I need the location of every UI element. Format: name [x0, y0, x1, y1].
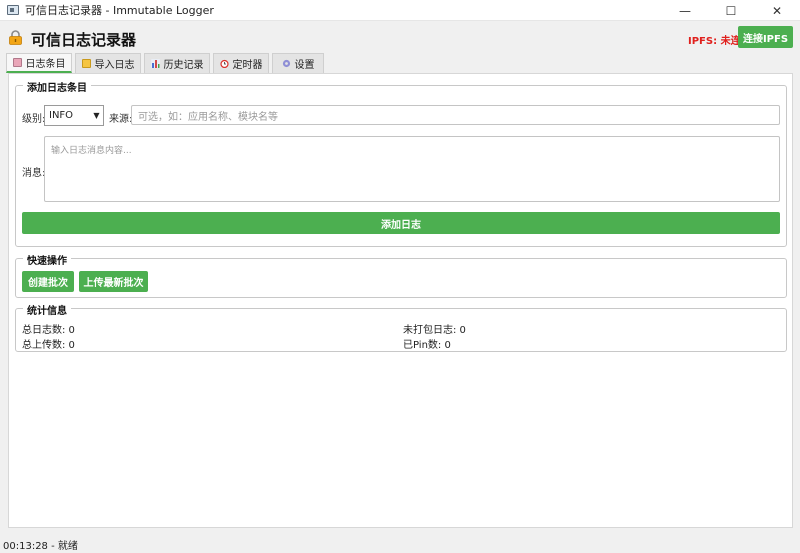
create-batch-button[interactable]: 创建批次	[22, 271, 74, 292]
quick-actions-group-title: 快速操作	[23, 252, 71, 267]
add-entry-group: 添加日志条目 级别: INFO ▼ 来源: 可选，如：应用名称、模块名等 消息:…	[15, 79, 787, 247]
maximize-button[interactable]: ☐	[708, 0, 754, 21]
minimize-button[interactable]: —	[662, 0, 708, 21]
tab-label: 历史记录	[163, 60, 204, 71]
message-textarea[interactable]: 输入日志消息内容...	[44, 136, 780, 202]
add-entry-group-title: 添加日志条目	[23, 79, 91, 94]
level-select-value: INFO	[49, 110, 74, 121]
tab-timer[interactable]: 定时器	[213, 53, 269, 73]
folder-icon	[81, 59, 91, 68]
message-textarea-placeholder: 输入日志消息内容...	[51, 146, 132, 156]
alarm-clock-icon	[219, 59, 229, 68]
message-label: 消息:	[22, 168, 46, 179]
window-titlebar: 可信日志记录器 - Immutable Logger — ☐ ✕	[0, 0, 800, 21]
pinned-stat: 已Pin数: 0	[403, 340, 451, 351]
tab-history[interactable]: 历史记录	[144, 53, 210, 73]
gear-icon	[282, 59, 290, 68]
memo-icon	[12, 58, 22, 67]
add-log-button[interactable]: 添加日志	[22, 212, 780, 234]
total-uploads-stat: 总上传数: 0	[22, 340, 75, 351]
tab-label: 设置	[294, 60, 315, 71]
tab-log-entry[interactable]: 日志条目	[6, 53, 72, 73]
source-label: 来源:	[109, 114, 133, 125]
window-title: 可信日志记录器 - Immutable Logger	[25, 4, 214, 17]
tab-label: 日志条目	[25, 59, 66, 70]
level-select[interactable]: INFO ▼	[44, 105, 104, 126]
quick-actions-group: 快速操作 创建批次 上传最新批次	[15, 252, 787, 298]
source-input-placeholder: 可选，如：应用名称、模块名等	[138, 111, 278, 123]
level-label: 级别:	[22, 114, 46, 125]
tab-content-panel: 添加日志条目 级别: INFO ▼ 来源: 可选，如：应用名称、模块名等 消息:…	[8, 73, 793, 528]
tab-settings[interactable]: 设置	[272, 53, 324, 73]
chevron-down-icon: ▼	[93, 111, 100, 120]
bar-chart-icon	[150, 59, 160, 68]
total-logs-stat: 总日志数: 0	[22, 325, 75, 336]
unpacked-logs-stat: 未打包日志: 0	[403, 325, 466, 336]
tab-import-logs[interactable]: 导入日志	[75, 53, 141, 73]
tab-label: 导入日志	[94, 60, 135, 71]
app-window-icon	[7, 5, 19, 15]
status-text: 00:13:28 - 就绪	[3, 540, 78, 552]
close-button[interactable]: ✕	[754, 0, 800, 21]
upload-latest-batch-button[interactable]: 上传最新批次	[79, 271, 148, 292]
source-input[interactable]: 可选，如：应用名称、模块名等	[131, 105, 780, 125]
tab-bar: 日志条目 导入日志 历史记录 定时器 设置	[6, 53, 327, 73]
stats-group-title: 统计信息	[23, 302, 71, 317]
stats-group: 统计信息 总日志数: 0 未打包日志: 0 总上传数: 0 已Pin数: 0	[15, 302, 787, 352]
app-header: 可信日志记录器 IPFS: 未连接 连接IPFS	[0, 22, 800, 52]
status-bar: 00:13:28 - 就绪	[0, 535, 800, 553]
connect-ipfs-button[interactable]: 连接IPFS	[738, 26, 793, 48]
app-title: 可信日志记录器	[31, 31, 137, 49]
lock-icon	[9, 30, 22, 45]
window-controls: — ☐ ✕	[662, 0, 800, 21]
tab-label: 定时器	[232, 60, 263, 71]
